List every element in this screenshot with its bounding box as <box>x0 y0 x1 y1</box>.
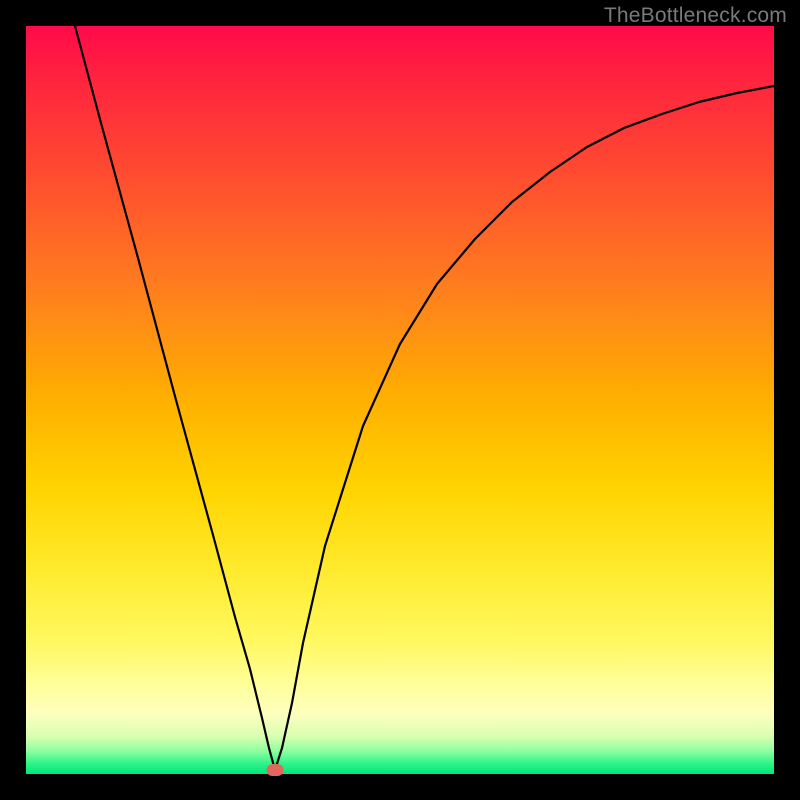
optimal-marker <box>267 764 284 776</box>
watermark-text: TheBottleneck.com <box>604 4 787 28</box>
chart-frame: TheBottleneck.com <box>0 0 800 800</box>
bottleneck-curve <box>26 26 774 774</box>
curve-path <box>75 26 774 770</box>
plot-area <box>26 26 774 774</box>
